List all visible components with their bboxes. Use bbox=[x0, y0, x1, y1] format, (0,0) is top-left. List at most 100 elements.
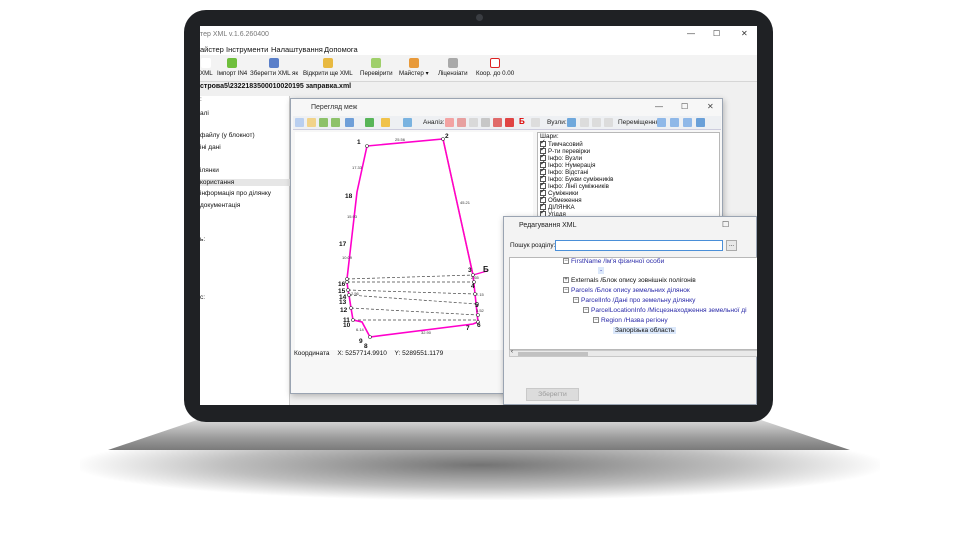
layer-item[interactable]: Інфо: Вузли bbox=[540, 152, 582, 162]
coord-x: X: 5257714.9910 bbox=[337, 350, 387, 357]
xml-button[interactable]: XML bbox=[200, 58, 213, 77]
move-tool-icon[interactable] bbox=[657, 118, 666, 127]
analysis-tool-icon[interactable] bbox=[493, 118, 502, 127]
licensees-icon bbox=[447, 58, 458, 68]
laptop-base bbox=[108, 420, 850, 450]
layer-item[interactable]: Інфо: Лінії суміжників bbox=[540, 180, 609, 190]
tree-node[interactable]: − ParcelLocationInfo /Місцезнаходження зе… bbox=[583, 307, 747, 314]
move-tool-icon[interactable] bbox=[670, 118, 679, 127]
left-item[interactable]: : bbox=[200, 96, 202, 103]
licensees-button[interactable]: Ліцензіати bbox=[438, 58, 468, 77]
open-icon bbox=[322, 58, 333, 68]
nodes-tool-icon[interactable] bbox=[592, 118, 601, 127]
tree-node[interactable]: − FirstName /Ім'я фізичної особи bbox=[563, 258, 664, 265]
save-xml-as-button[interactable]: Зберегти XML як bbox=[250, 58, 298, 77]
tree-node[interactable]: − ParcelInfo /Дані про земельну ділянку bbox=[573, 297, 695, 304]
collapse-icon[interactable]: − bbox=[563, 258, 569, 265]
move-tool-icon[interactable] bbox=[683, 118, 692, 127]
layer-item[interactable]: Інфо: Відстані bbox=[540, 166, 588, 176]
maximize-icon[interactable]: ☐ bbox=[681, 102, 688, 111]
distance-label: 3.52 bbox=[476, 308, 485, 313]
scroll-thumb[interactable] bbox=[518, 352, 588, 356]
layer-item[interactable]: Обмеження bbox=[540, 194, 582, 204]
left-item[interactable]: іні дані bbox=[200, 144, 221, 151]
menu-tools[interactable]: Інструменти bbox=[226, 45, 268, 54]
tree-node[interactable]: − Region /Назва регіону bbox=[593, 317, 668, 324]
search-browse-button[interactable]: ... bbox=[726, 240, 737, 251]
export-icon[interactable] bbox=[403, 118, 412, 127]
maximize-icon[interactable]: ☐ bbox=[713, 29, 720, 38]
map-window-title: Перегляд меж bbox=[311, 104, 358, 111]
xml-editor-window: Редагування XML ☐ Пошук розділу: ... − Fi… bbox=[503, 216, 757, 405]
scroll-left-icon[interactable]: ‹ bbox=[511, 349, 513, 355]
left-item[interactable]: с: bbox=[200, 294, 205, 301]
wizard-button[interactable]: Майстер ▾ bbox=[399, 58, 429, 77]
expand-icon[interactable]: + bbox=[563, 277, 569, 284]
analysis-tool-icon[interactable] bbox=[445, 118, 454, 127]
zoom-in-icon[interactable] bbox=[319, 118, 328, 127]
import-in4-button[interactable]: Імпорт IN4 bbox=[217, 58, 247, 77]
moves-label: Переміщення: bbox=[618, 119, 661, 126]
layer-item[interactable]: Р-ти перевірки bbox=[540, 145, 590, 155]
left-item[interactable]: документація bbox=[200, 202, 240, 209]
layer-item[interactable]: Інфо: Нумерація bbox=[540, 159, 595, 169]
tree-node[interactable]: - bbox=[598, 267, 605, 274]
left-item[interactable]: інформація про ділянку bbox=[200, 190, 271, 197]
point-label-17: 17 bbox=[339, 241, 347, 248]
layer-item[interactable]: Інфо: Букви суміжників bbox=[540, 173, 613, 183]
coord-zero-button[interactable]: Коор. до 0.00 bbox=[476, 58, 514, 77]
letter-b-tool-icon[interactable]: Б bbox=[519, 117, 528, 126]
collapse-icon[interactable]: − bbox=[583, 307, 589, 314]
horizontal-scrollbar[interactable]: ‹ bbox=[509, 349, 757, 357]
move-tool-icon[interactable] bbox=[696, 118, 705, 127]
nodes-tool-icon[interactable] bbox=[567, 118, 576, 127]
maximize-icon[interactable]: ☐ bbox=[722, 220, 729, 229]
analysis-tool-icon[interactable] bbox=[531, 118, 540, 127]
analysis-tool-icon[interactable] bbox=[505, 118, 514, 127]
check-button[interactable]: Перевірити bbox=[360, 58, 393, 77]
save-button[interactable]: Зберегти bbox=[526, 388, 579, 401]
pan-tool-icon[interactable] bbox=[307, 118, 316, 127]
close-icon[interactable]: ✕ bbox=[741, 29, 748, 38]
menu-help[interactable]: Допомога bbox=[324, 45, 358, 54]
analysis-tool-icon[interactable] bbox=[457, 118, 466, 127]
refresh-icon[interactable] bbox=[365, 118, 374, 127]
tree-node[interactable]: Запорізька область bbox=[613, 327, 677, 334]
distance-label: 45.21 bbox=[460, 200, 471, 205]
layer-label: Обмеження bbox=[548, 197, 582, 204]
nodes-tool-icon[interactable] bbox=[580, 118, 589, 127]
search-input[interactable] bbox=[555, 240, 723, 251]
tree-node[interactable]: − Parcels /Блок опису земельних ділянок bbox=[563, 287, 690, 294]
menu-master[interactable]: айстер bbox=[200, 45, 224, 54]
check-label: Перевірити bbox=[360, 70, 393, 77]
layer-item[interactable]: Тимчасовий bbox=[540, 138, 583, 148]
left-item[interactable]: користання bbox=[200, 179, 290, 186]
open-xml-button[interactable]: Відкрити ще XML bbox=[303, 58, 353, 77]
nodes-tool-icon[interactable] bbox=[604, 118, 613, 127]
neighbor-letter-b: Б bbox=[483, 265, 489, 274]
file-path: строва5\2322183500010020195 заправка.xml bbox=[200, 83, 352, 90]
collapse-icon[interactable]: − bbox=[563, 287, 569, 294]
extent-icon[interactable] bbox=[345, 118, 354, 127]
zoom-out-icon[interactable] bbox=[331, 118, 340, 127]
tree-node[interactable]: + Externals /Блок опису зовнішніх полігон… bbox=[563, 277, 696, 284]
folder-icon[interactable] bbox=[381, 118, 390, 127]
save-as-label: Зберегти XML як bbox=[250, 70, 299, 77]
minimize-icon[interactable]: — bbox=[655, 102, 663, 111]
map-canvas[interactable]: 1 2 18 17 16 15 14 13 12 11 10 9 8 7 6 5 bbox=[295, 132, 533, 350]
left-item[interactable]: ілянки bbox=[200, 167, 219, 174]
collapse-icon[interactable]: − bbox=[593, 317, 599, 324]
analysis-tool-icon[interactable] bbox=[469, 118, 478, 127]
left-item[interactable]: алі bbox=[200, 110, 209, 117]
save-icon bbox=[269, 58, 280, 68]
pointer-tool-icon[interactable] bbox=[295, 118, 304, 127]
close-icon[interactable]: ✕ bbox=[707, 102, 714, 111]
collapse-icon[interactable]: − bbox=[573, 297, 579, 304]
left-item[interactable]: файлу (у блокнот) bbox=[200, 132, 255, 139]
analysis-tool-icon[interactable] bbox=[481, 118, 490, 127]
left-item[interactable]: ь: bbox=[200, 236, 205, 243]
left-tree-pane: : алі файлу (у блокнот) іні дані ілянки … bbox=[200, 96, 290, 405]
vertex-markers bbox=[345, 137, 480, 339]
menu-settings[interactable]: Налаштування bbox=[271, 45, 323, 54]
minimize-icon[interactable]: — bbox=[687, 29, 695, 38]
